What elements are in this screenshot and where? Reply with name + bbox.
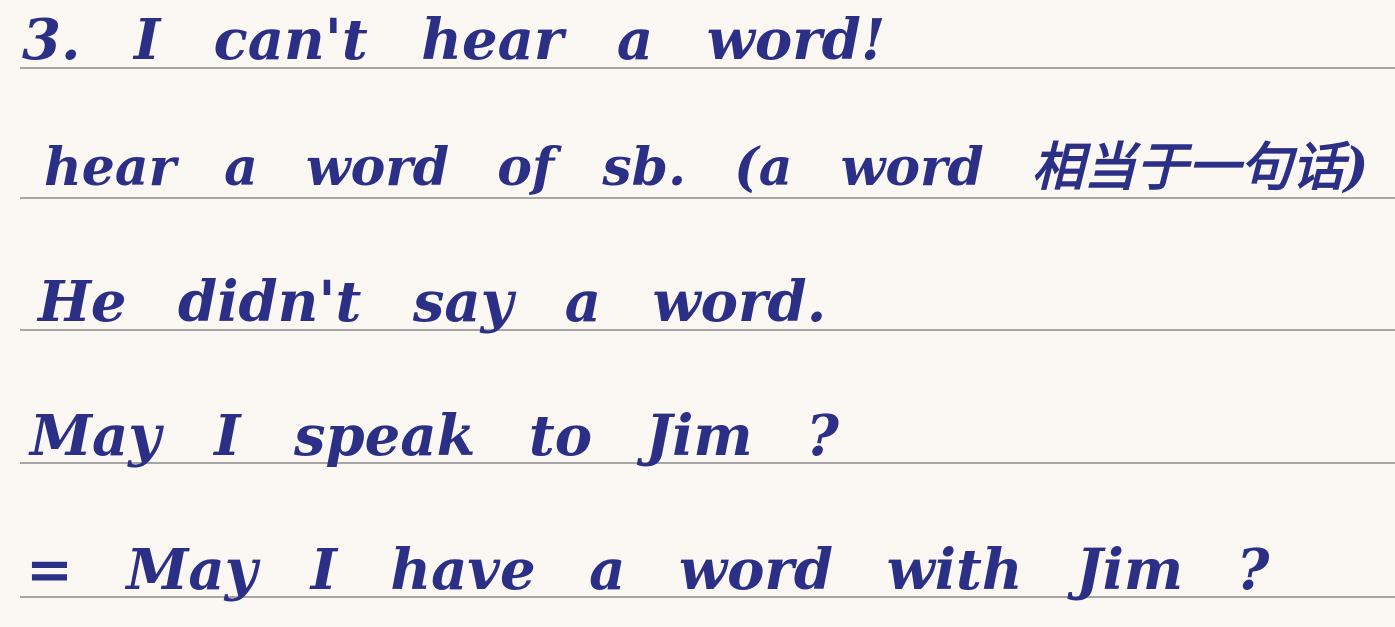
handwritten-line-5: = May I have a word with Jim ? bbox=[26, 537, 1270, 603]
handwritten-line-1: 3. I can't hear a word! bbox=[22, 7, 886, 73]
handwritten-line-3: He didn't say a word. bbox=[38, 269, 827, 335]
handwritten-line-2: hear a word of sb. (a word 相当于一句话) bbox=[44, 137, 1369, 198]
handwritten-line-4: May I speak to Jim ? bbox=[30, 403, 839, 469]
lined-note-page: 3. I can't hear a word! hear a word of s… bbox=[0, 0, 1395, 627]
